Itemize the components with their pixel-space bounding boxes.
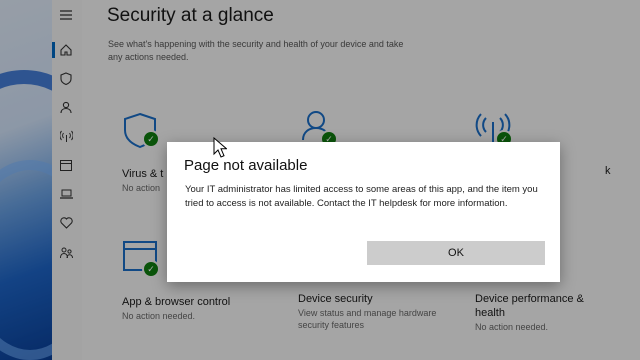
ok-button[interactable]: OK	[367, 241, 545, 265]
page-not-available-dialog: Page not available Your IT administrator…	[167, 142, 560, 282]
mouse-pointer-icon	[213, 137, 227, 158]
dialog-title: Page not available	[184, 157, 308, 174]
dialog-message: Your IT administrator has limited access…	[185, 184, 538, 209]
